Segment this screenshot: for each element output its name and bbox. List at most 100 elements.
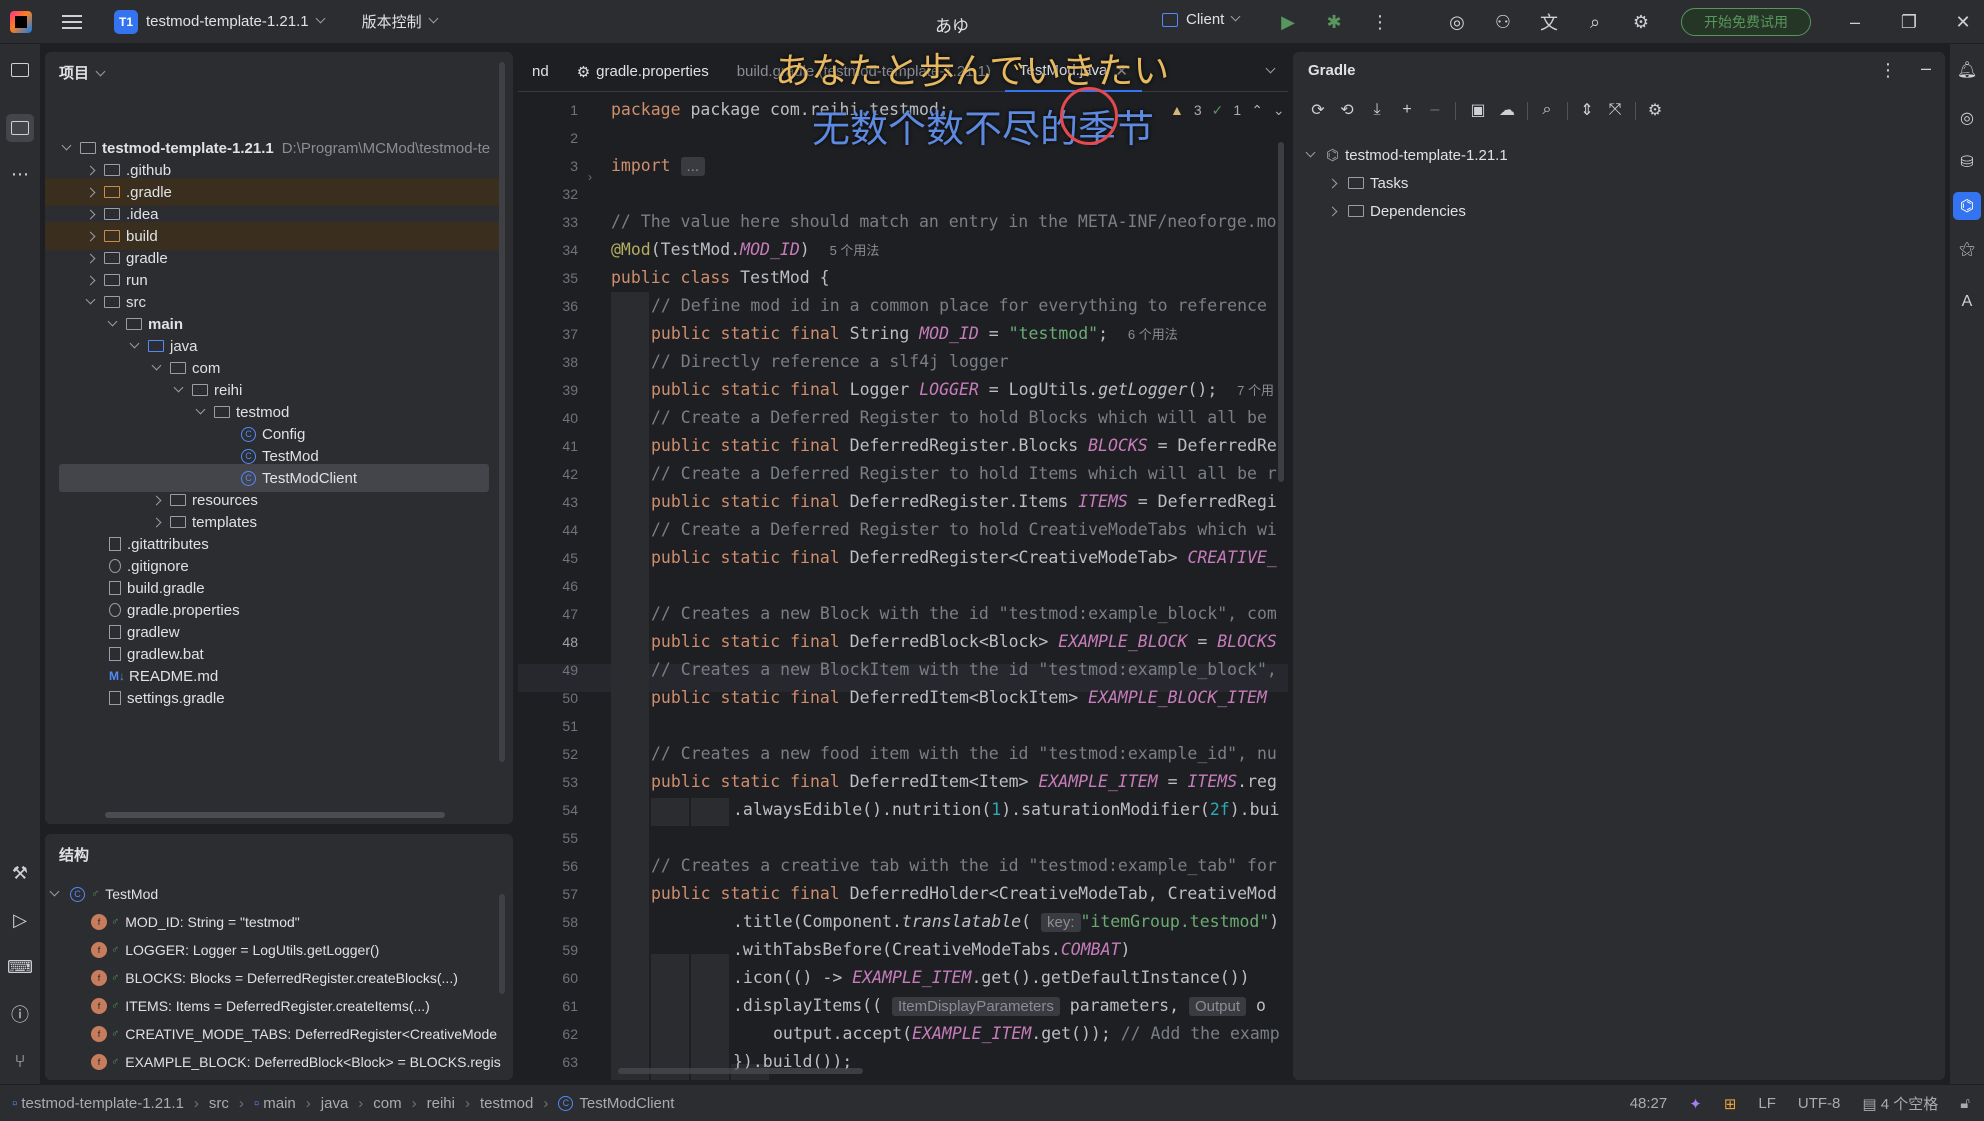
tree-item[interactable]: settings.gradle bbox=[45, 684, 505, 712]
read-only-toggle-icon[interactable]: 🔓︎ bbox=[1960, 1095, 1970, 1112]
translate-icon[interactable]: 文 bbox=[1526, 10, 1572, 34]
expand-arrow-icon[interactable] bbox=[85, 294, 96, 304]
line-separator[interactable]: LF bbox=[1758, 1095, 1776, 1112]
gradle-settings-icon[interactable]: ⚙ bbox=[1643, 98, 1667, 122]
vertical-scrollbar[interactable] bbox=[499, 894, 505, 994]
chevron-up-icon[interactable]: ⌃ bbox=[1251, 102, 1263, 119]
minimize-icon[interactable]: – bbox=[1840, 8, 1870, 36]
gradle-tool-icon[interactable]: ⌬ bbox=[1953, 192, 1981, 220]
services-icon[interactable]: ▷ bbox=[6, 906, 34, 934]
expand-arrow-icon[interactable] bbox=[61, 140, 72, 150]
structure-field[interactable]: f ♂ ITEMS: Items = DeferredRegister.create… bbox=[91, 992, 430, 1020]
search-icon[interactable]: ⌕ bbox=[1572, 10, 1618, 34]
collapse-arrow-icon[interactable] bbox=[85, 253, 96, 263]
settings-gear-icon[interactable]: ⚙ bbox=[1618, 10, 1664, 34]
collapse-arrow-icon[interactable] bbox=[85, 209, 96, 219]
reload-all-icon[interactable]: ⟲ bbox=[1335, 98, 1359, 122]
expand-arrow-icon[interactable] bbox=[151, 360, 162, 370]
collapse-arrow-icon[interactable] bbox=[1327, 178, 1338, 188]
inspection-widget[interactable]: ▲ 3 ✓ 1 ⌃ ⌄ bbox=[1170, 102, 1285, 119]
breadcrumb-item[interactable]: testmod-template-1.21.1 bbox=[21, 1095, 184, 1112]
remove-project-icon[interactable]: – bbox=[1423, 98, 1447, 122]
debug-icon[interactable]: ✱ bbox=[1311, 10, 1357, 34]
execute-task-icon[interactable]: ▣ bbox=[1466, 98, 1490, 122]
breadcrumb-item[interactable]: testmod bbox=[480, 1095, 533, 1112]
vertical-scrollbar[interactable] bbox=[499, 62, 505, 762]
collapse-arrow-icon[interactable] bbox=[85, 231, 96, 241]
project-folder-icon[interactable] bbox=[6, 56, 34, 84]
breadcrumb-item[interactable]: src bbox=[209, 1095, 229, 1112]
editor-horizontal-scrollbar[interactable] bbox=[618, 1068, 863, 1074]
project-badge[interactable]: T1 bbox=[114, 9, 138, 34]
add-project-icon[interactable]: + bbox=[1395, 98, 1419, 122]
structure-field[interactable]: f ♂ CREATIVE_MODE_TABS: DeferredRegister<C… bbox=[91, 1020, 497, 1048]
usages-hint[interactable]: 5 个用法 bbox=[830, 243, 880, 258]
run-config-selector[interactable]: Client bbox=[1162, 11, 1241, 28]
more-actions-icon[interactable]: ⋮ bbox=[1357, 10, 1403, 34]
expand-arrow-icon[interactable] bbox=[1305, 147, 1316, 157]
more-options-icon[interactable]: ⋮ bbox=[1879, 60, 1897, 81]
chevron-down-icon[interactable]: ⌄ bbox=[1273, 102, 1285, 119]
git-branch-icon[interactable]: ⑂ bbox=[6, 1047, 34, 1075]
caret-position[interactable]: 48:27 bbox=[1630, 1095, 1668, 1112]
main-menu-icon[interactable] bbox=[62, 14, 82, 29]
collapse-arrow-icon[interactable] bbox=[85, 275, 96, 285]
gradle-root[interactable]: ⌬ testmod-template-1.21.1 bbox=[1305, 142, 1508, 168]
add-user-icon[interactable]: ⚇ bbox=[1480, 10, 1526, 34]
usages-hint[interactable]: 6 个用法 bbox=[1128, 327, 1178, 342]
structure-field[interactable]: f ♂ EXAMPLE_BLOCK: DeferredBlock<Block> = … bbox=[91, 1048, 501, 1076]
breadcrumb-item[interactable]: main bbox=[263, 1095, 296, 1112]
structure-field[interactable]: f ♂ LOGGER: Logger = LogUtils.getLogger() bbox=[91, 936, 379, 964]
code-editor[interactable]: nd ⚙ gradle.properties build.gradle (test… bbox=[518, 52, 1288, 1080]
structure-field[interactable]: f ♂ MOD_ID: String = "testmod" bbox=[91, 908, 300, 936]
windows-logo-icon[interactable]: ⊞ bbox=[1724, 1095, 1737, 1113]
collapse-arrow-icon[interactable] bbox=[151, 517, 162, 527]
ai-status-icon[interactable]: ✦ bbox=[1689, 1095, 1702, 1113]
expand-all-icon[interactable]: ⇕ bbox=[1575, 98, 1599, 122]
project-switcher[interactable]: testmod-template-1.21.1 bbox=[146, 13, 309, 30]
start-free-trial-button[interactable]: 开始免费试用 bbox=[1681, 8, 1811, 36]
download-sources-icon[interactable]: ⤓ bbox=[1365, 98, 1389, 122]
collapse-all-icon[interactable]: ⤧ bbox=[1603, 98, 1627, 122]
structure-field[interactable]: f ♂ BLOCKS: Blocks = DeferredRegister.crea… bbox=[91, 964, 458, 992]
run-icon[interactable]: ▶ bbox=[1265, 10, 1311, 34]
ai-assistant-icon[interactable]: ◎ bbox=[1434, 10, 1480, 34]
collapse-arrow-icon[interactable] bbox=[85, 165, 96, 175]
expand-arrow-icon[interactable] bbox=[173, 382, 184, 392]
breadcrumb-item[interactable]: reihi bbox=[427, 1095, 455, 1112]
breadcrumb-item[interactable]: java bbox=[321, 1095, 349, 1112]
database-icon[interactable]: ⛁ bbox=[1953, 148, 1981, 176]
vcs-menu[interactable]: 版本控制 bbox=[362, 11, 422, 32]
ai-chat-icon[interactable]: ◎ bbox=[1953, 104, 1981, 132]
terminal-icon[interactable]: ⌨ bbox=[6, 953, 34, 981]
expand-arrow-icon[interactable] bbox=[129, 338, 140, 348]
maven-icon[interactable]: ⚝ bbox=[1953, 236, 1981, 264]
offline-mode-icon[interactable]: ☁ bbox=[1495, 98, 1519, 122]
reload-gradle-icon[interactable]: ⟳ bbox=[1306, 98, 1330, 122]
more-tools-icon[interactable]: ⋯ bbox=[6, 160, 34, 188]
dependency-analyzer-icon[interactable]: ⌕ bbox=[1535, 98, 1559, 122]
translation-icon[interactable]: A bbox=[1953, 288, 1981, 316]
collapse-arrow-icon[interactable] bbox=[85, 187, 96, 197]
close-icon[interactable]: ✕ bbox=[1948, 8, 1978, 36]
collapse-arrow-icon[interactable] bbox=[1327, 206, 1338, 216]
fold-arrow-icon[interactable]: › bbox=[588, 170, 592, 184]
structure-icon[interactable] bbox=[6, 114, 34, 142]
folded-imports[interactable]: ... bbox=[680, 157, 706, 176]
collapse-arrow-icon[interactable] bbox=[151, 495, 162, 505]
tab-partial[interactable]: nd bbox=[518, 52, 563, 92]
notifications-bell-icon[interactable]: 🔔︎ bbox=[1953, 56, 1981, 84]
hide-panel-icon[interactable]: – bbox=[1921, 58, 1931, 79]
tab-list-chevron[interactable] bbox=[1245, 52, 1288, 92]
tab-gradle-properties[interactable]: ⚙ gradle.properties bbox=[563, 52, 723, 92]
project-panel-title[interactable]: 项目 bbox=[59, 62, 106, 83]
editor-vertical-scrollbar[interactable] bbox=[1278, 142, 1284, 482]
structure-root[interactable]: C ♂ TestMod bbox=[49, 880, 158, 908]
breadcrumb-item[interactable]: TestModClient bbox=[579, 1095, 674, 1112]
restore-icon[interactable]: ❐ bbox=[1894, 8, 1924, 36]
file-encoding[interactable]: UTF-8 bbox=[1798, 1095, 1841, 1112]
expand-arrow-icon[interactable] bbox=[195, 404, 206, 414]
usages-hint[interactable]: 7 个用 bbox=[1237, 383, 1274, 398]
problems-icon[interactable]: ⓘ bbox=[6, 1000, 34, 1028]
expand-arrow-icon[interactable] bbox=[107, 316, 118, 326]
